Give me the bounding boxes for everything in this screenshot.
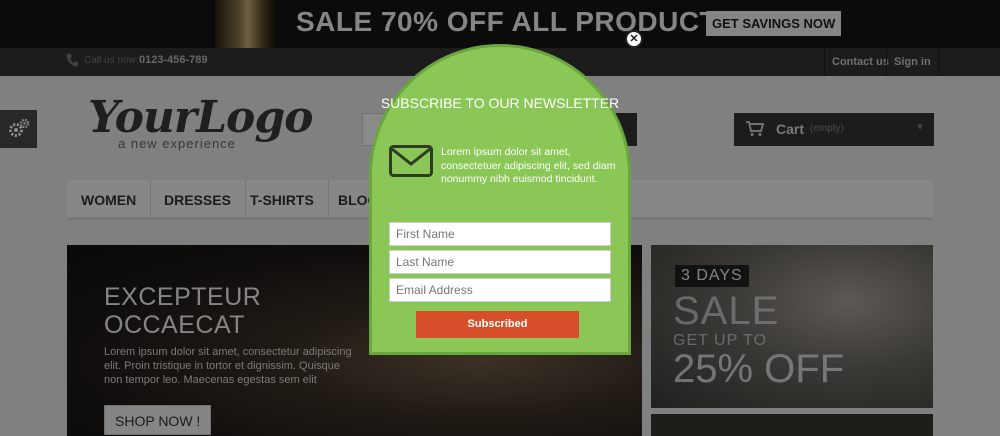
envelope-icon	[389, 145, 433, 177]
popup-title: SUBSCRIBE TO OUR NEWSLETTER	[380, 95, 620, 111]
popup-description: Lorem ipsum dolor sit amet, consectetuer…	[441, 146, 616, 185]
last-name-field[interactable]	[389, 250, 611, 274]
newsletter-popup: SUBSCRIBE TO OUR NEWSLETTER Lorem ipsum …	[369, 44, 631, 355]
subscribe-button[interactable]: Subscribed	[416, 311, 579, 338]
close-icon[interactable]: ✕	[625, 30, 643, 48]
email-field[interactable]	[389, 278, 611, 302]
first-name-field[interactable]	[389, 222, 611, 246]
